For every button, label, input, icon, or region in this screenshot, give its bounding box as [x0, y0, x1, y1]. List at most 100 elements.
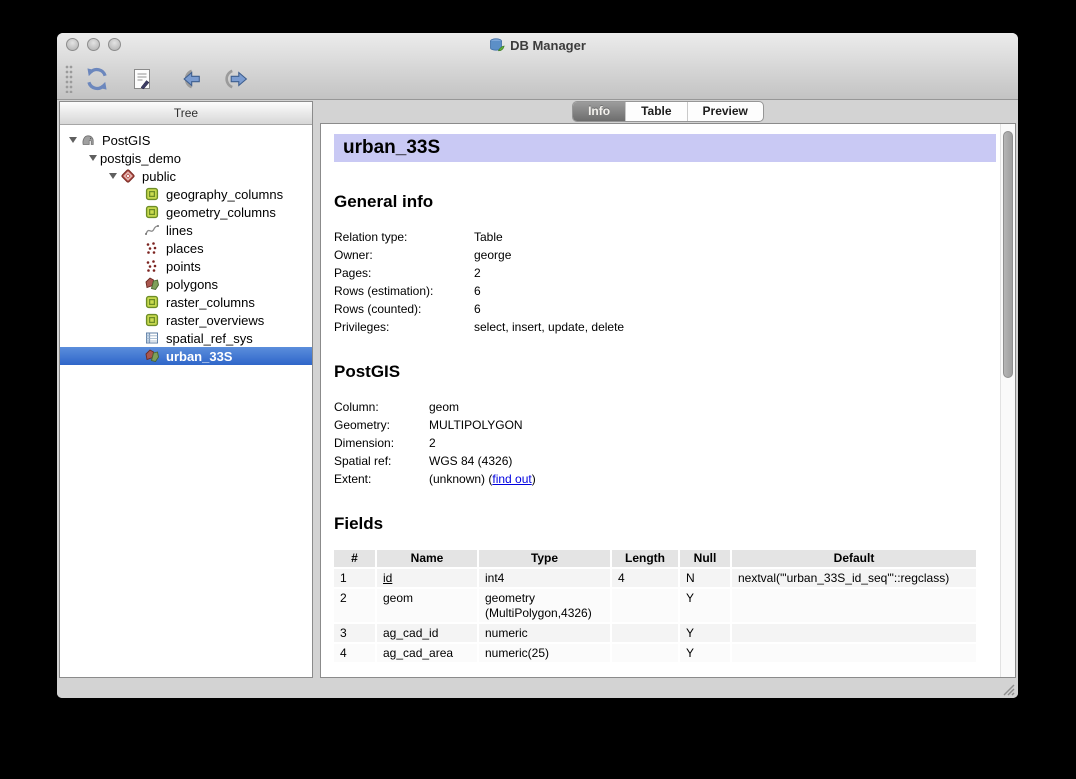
field-cell-length — [611, 588, 679, 623]
tree-panel-header: Tree — [60, 102, 312, 125]
tree-item-label: polygons — [166, 277, 218, 292]
tab-bar: InfoTablePreview — [320, 101, 1016, 123]
info-label: Rows (counted): — [334, 300, 474, 318]
tree-item-urban_33S[interactable]: urban_33S — [60, 347, 312, 365]
info-value: MULTIPOLYGON — [429, 416, 996, 434]
import-layer-button[interactable] — [173, 63, 205, 95]
field-cell-length: 4 — [611, 568, 679, 588]
info-row-extent: Extent:(unknown) (find out) — [334, 470, 996, 488]
info-row: Relation type:Table — [334, 228, 996, 246]
field-cell-null: Y — [679, 643, 731, 662]
info-row: Column:geom — [334, 398, 996, 416]
info-label: Geometry: — [334, 416, 429, 434]
sql-window-button[interactable] — [127, 63, 159, 95]
field-cell-length — [611, 643, 679, 662]
field-cell-default — [731, 623, 976, 643]
tab-info[interactable]: Info — [573, 102, 625, 121]
info-value: 2 — [474, 264, 996, 282]
field-cell-null: Y — [679, 623, 731, 643]
toolbar-drag-handle[interactable] — [65, 65, 73, 93]
fields-col-header: Name — [376, 550, 478, 568]
general-info-rows: Relation type:TableOwner:georgePages:2Ro… — [334, 228, 996, 336]
main-area: Tree PostGISpostgis_demopublicgeography_… — [57, 101, 1018, 698]
toolbar — [57, 57, 1018, 100]
screen: DB Manager Tree — [0, 0, 1076, 779]
refresh-button[interactable] — [81, 63, 113, 95]
disclosure-triangle[interactable] — [66, 137, 80, 143]
info-label: Relation type: — [334, 228, 474, 246]
tree-item-PostGIS[interactable]: PostGIS — [60, 131, 312, 149]
tree-item-geometry_columns[interactable]: geometry_columns — [60, 203, 312, 221]
field-cell-length — [611, 623, 679, 643]
field-cell-default: nextval('"urban_33S_id_seq"'::regclass) — [731, 568, 976, 588]
tree-item-label: geometry_columns — [166, 205, 276, 220]
tree-item-polygons[interactable]: polygons — [60, 275, 312, 293]
field-cell-name: geom — [376, 588, 478, 623]
tree-item-points[interactable]: points — [60, 257, 312, 275]
tree-item-public[interactable]: public — [60, 167, 312, 185]
tree-item-label: raster_overviews — [166, 313, 264, 328]
titlebar[interactable]: DB Manager — [57, 33, 1018, 57]
resize-grip[interactable] — [1000, 681, 1015, 696]
fields-col-header: # — [334, 550, 376, 568]
field-cell-name: ag_cad_id — [376, 623, 478, 643]
vertical-scrollbar[interactable] — [1000, 124, 1015, 677]
tree-item-raster_columns[interactable]: raster_columns — [60, 293, 312, 311]
tree-item-label: public — [142, 169, 176, 184]
info-value: WGS 84 (4326) — [429, 452, 996, 470]
tree-item-spatial_ref_sys[interactable]: spatial_ref_sys — [60, 329, 312, 347]
info-label: Dimension: — [334, 434, 429, 452]
postgis-rows: Column:geomGeometry:MULTIPOLYGONDimensio… — [334, 398, 996, 488]
tab-table[interactable]: Table — [625, 102, 686, 121]
tree-item-geography_columns[interactable]: geography_columns — [60, 185, 312, 203]
info-scroll-area: urban_33S General info Relation type:Tab… — [321, 124, 1000, 677]
fields-heading: Fields — [334, 514, 996, 534]
sql-window-icon — [130, 67, 156, 91]
info-value: george — [474, 246, 996, 264]
tree-item-lines[interactable]: lines — [60, 221, 312, 239]
panel-splitter[interactable] — [313, 101, 320, 678]
tree-item-raster_overviews[interactable]: raster_overviews — [60, 311, 312, 329]
db-manager-icon — [489, 37, 505, 53]
find-out-link[interactable]: find out — [492, 472, 531, 486]
info-label: Spatial ref: — [334, 452, 429, 470]
field-cell-num: 1 — [334, 568, 376, 588]
tab-preview[interactable]: Preview — [687, 102, 763, 121]
info-label: Privileges: — [334, 318, 474, 336]
scrollbar-thumb[interactable] — [1003, 131, 1013, 378]
postgis-heading: PostGIS — [334, 362, 996, 382]
tree-item-postgis_demo[interactable]: postgis_demo — [60, 149, 312, 167]
tree-item-label: places — [166, 241, 204, 256]
window-title: DB Manager — [510, 38, 586, 53]
fields-col-header: Type — [478, 550, 611, 568]
schema-icon — [120, 168, 136, 184]
primary-key-name: id — [383, 571, 392, 585]
green-table-icon — [144, 204, 160, 220]
fields-col-header: Default — [731, 550, 976, 568]
import-layer-icon — [176, 66, 202, 92]
disclosure-triangle[interactable] — [106, 173, 120, 179]
field-row: 1idint44Nnextval('"urban_33S_id_seq"'::r… — [334, 568, 976, 588]
disclosure-triangle[interactable] — [86, 155, 100, 161]
info-row: Rows (counted):6 — [334, 300, 996, 318]
extent-suffix: ) — [532, 472, 536, 486]
export-layer-button[interactable] — [219, 63, 251, 95]
green-table-icon — [144, 312, 160, 328]
info-value: 6 — [474, 282, 996, 300]
tree-item-places[interactable]: places — [60, 239, 312, 257]
info-value: Table — [474, 228, 996, 246]
info-row: Geometry:MULTIPOLYGON — [334, 416, 996, 434]
field-cell-name: id — [376, 568, 478, 588]
field-cell-default — [731, 588, 976, 623]
field-row: 2geomgeometry (MultiPolygon,4326)Y — [334, 588, 976, 623]
content-area: InfoTablePreview urban_33S General info … — [320, 101, 1016, 678]
tab-segmented-control: InfoTablePreview — [572, 101, 764, 122]
green-table-icon — [144, 186, 160, 202]
extent-prefix: (unknown) ( — [429, 472, 492, 486]
general-info-heading: General info — [334, 192, 996, 212]
info-label: Pages: — [334, 264, 474, 282]
field-cell-type: numeric — [478, 623, 611, 643]
info-value: geom — [429, 398, 996, 416]
refresh-icon — [84, 66, 110, 92]
info-row: Owner:george — [334, 246, 996, 264]
